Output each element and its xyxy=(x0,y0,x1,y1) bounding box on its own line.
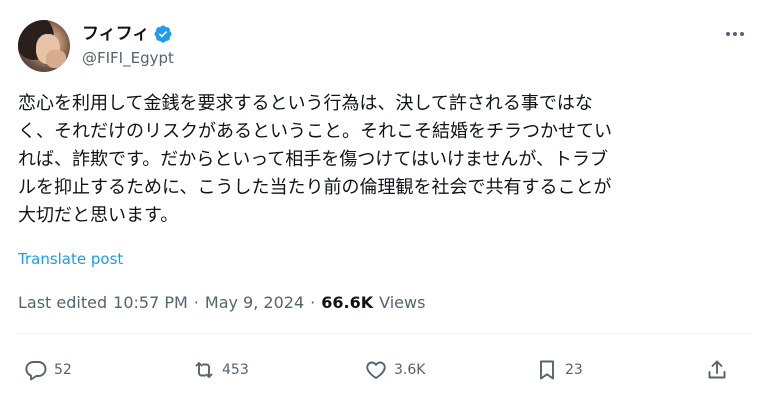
tweet-meta: Last edited 10:57 PM · May 9, 2024 · 66.… xyxy=(18,293,425,312)
repost-button[interactable]: 453 xyxy=(192,352,249,388)
meta-separator: · xyxy=(193,293,199,312)
post-date[interactable]: May 9, 2024 xyxy=(205,293,304,312)
tweet-header: フィフィ @FIFI_Egypt xyxy=(16,18,752,78)
views-label: Views xyxy=(379,293,426,312)
bookmark-icon xyxy=(540,360,554,380)
repost-icon xyxy=(195,362,213,378)
repost-count: 453 xyxy=(222,362,249,378)
edited-label[interactable]: Last edited xyxy=(18,293,107,312)
post-time[interactable]: 10:57 PM xyxy=(113,293,188,312)
translate-post-link[interactable]: Translate post xyxy=(18,250,123,268)
tweet-text-line: 恋心を利用して金銭を要求するという行為は、決して許される事ではな xyxy=(18,93,593,114)
share-icon xyxy=(708,360,726,379)
action-bar: 52 453 3.6K 23 xyxy=(0,352,768,388)
like-button[interactable]: 3.6K xyxy=(364,352,425,388)
author-info: フィフィ @FIFI_Egypt xyxy=(82,22,174,68)
heart-icon xyxy=(366,361,386,379)
divider xyxy=(16,333,752,334)
more-options-button[interactable] xyxy=(720,22,750,46)
tweet-card: フィフィ @FIFI_Egypt 恋心を利用して金銭を要求するという行為は、決し… xyxy=(0,0,768,402)
user-handle[interactable]: @FIFI_Egypt xyxy=(82,48,174,68)
bookmark-count: 23 xyxy=(565,362,583,378)
display-name[interactable]: フィフィ xyxy=(82,22,149,46)
views-count: 66.6K xyxy=(321,293,374,312)
share-button[interactable] xyxy=(705,352,729,388)
meta-separator: · xyxy=(310,293,316,312)
verified-badge-icon[interactable] xyxy=(153,24,173,44)
name-row: フィフィ xyxy=(82,22,174,46)
bookmark-button[interactable]: 23 xyxy=(535,352,583,388)
tweet-text: 恋心を利用して金銭を要求するという行為は、決して許される事ではな く、それだけの… xyxy=(18,90,748,230)
tweet-text-line: 大切だと思います。 xyxy=(18,205,179,226)
tweet-text-line: く、それだけのリスクがあるということ。それこそ結婚をチラつかせてい xyxy=(18,121,612,142)
tweet-text-line: ルを抑止するために、こうした当たり前の倫理観を社会で共有することが xyxy=(18,177,612,198)
like-count: 3.6K xyxy=(394,362,426,378)
tweet-text-line: れば、詐欺です。だからといって相手を傷つけてはいけませんが、トラブ xyxy=(18,149,609,170)
reply-button[interactable]: 52 xyxy=(24,352,72,388)
reply-count: 52 xyxy=(54,362,72,378)
avatar[interactable] xyxy=(18,20,70,72)
reply-icon xyxy=(25,361,47,381)
more-icon xyxy=(726,32,730,36)
